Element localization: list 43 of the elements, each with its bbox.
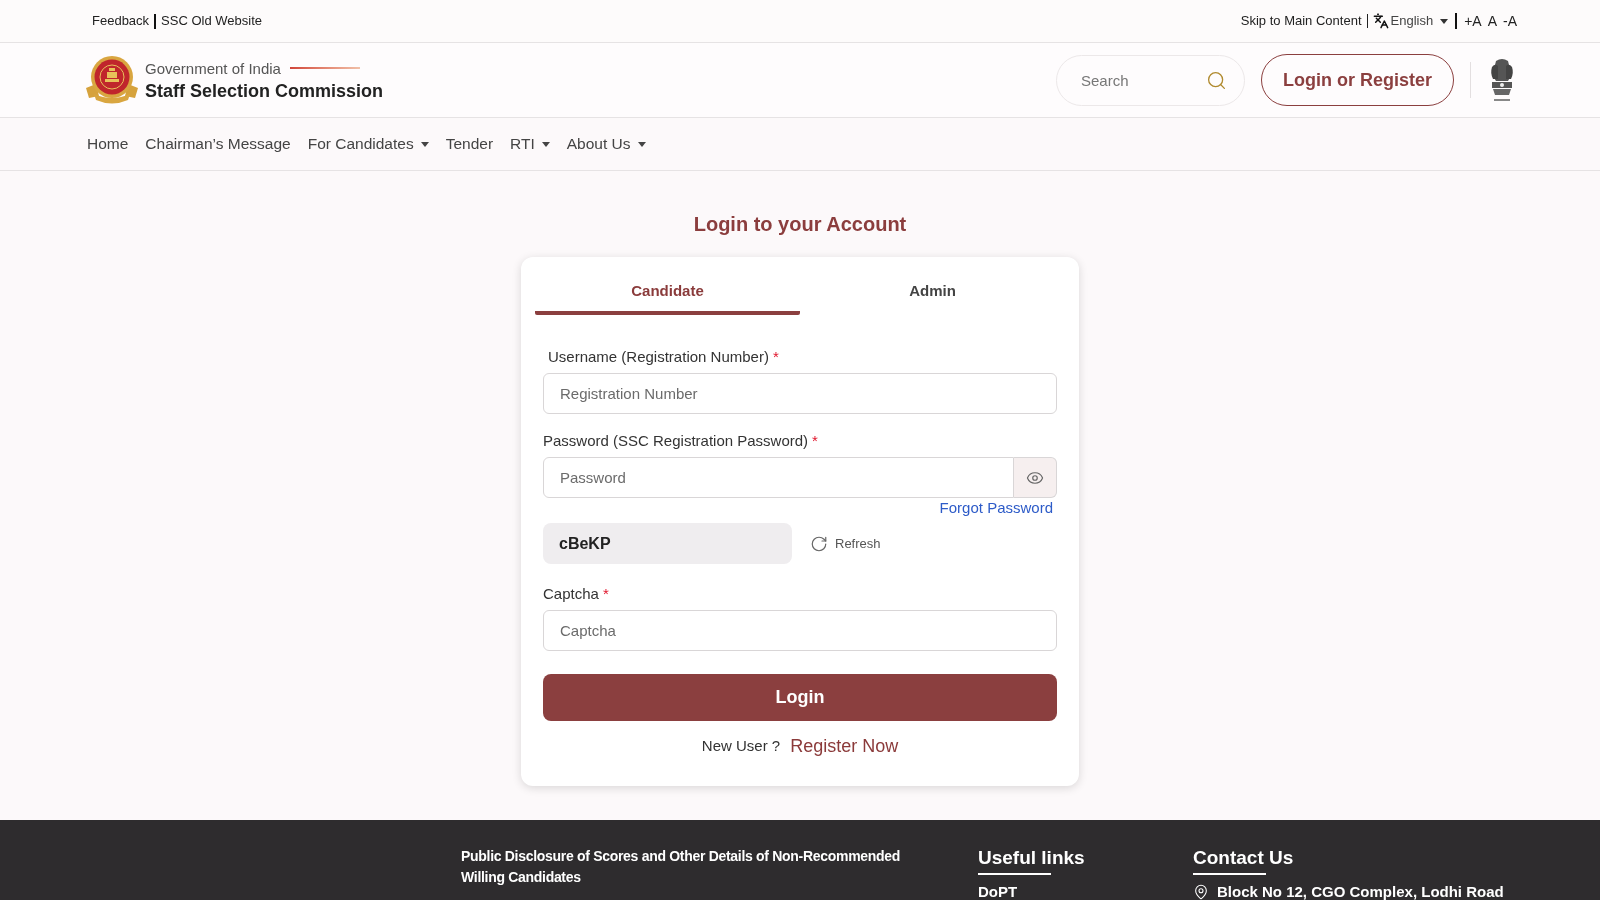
nav-link[interactable]: Chairman’s Message	[145, 132, 291, 156]
refresh-icon	[810, 534, 828, 553]
nav-link[interactable]: RTI	[510, 132, 550, 156]
register-link[interactable]: Register Now	[790, 733, 899, 760]
footer-heading: Useful links	[978, 846, 1086, 870]
field-label: Captcha *	[543, 584, 610, 604]
password-input[interactable]: Password	[543, 457, 1014, 498]
nav-link[interactable]: For Candidates	[307, 132, 429, 156]
org-name: Staff Selection Commission	[145, 79, 384, 103]
search-field[interactable]: Search	[1056, 54, 1245, 106]
skip-link[interactable]: Skip to Main Content	[1240, 11, 1362, 31]
font-size-button[interactable]: +A	[1464, 10, 1482, 32]
page-title: Login to your Account	[693, 212, 907, 237]
login-tab[interactable]: Admin	[800, 271, 1065, 315]
captcha-code: cBeKP	[543, 523, 792, 564]
login-button[interactable]: Login	[543, 674, 1057, 721]
disclosure-link[interactable]: Public Disclosure of Scores and Other Details of Non-Recommended Willing Candidates	[461, 846, 909, 900]
footer-heading: Contact Us	[1193, 846, 1295, 870]
top-link[interactable]: Feedback	[92, 11, 150, 31]
org-line: Government of India	[145, 58, 281, 79]
field-label: Username (Registration Number) *	[547, 347, 780, 367]
location-icon	[1193, 883, 1209, 900]
forgot-password-link[interactable]: Forgot Password	[939, 499, 1057, 517]
text-input[interactable]: Captcha	[543, 610, 1057, 651]
search-icon	[1206, 69, 1227, 91]
refresh-button[interactable]: Refresh	[810, 533, 881, 554]
text-input[interactable]: Registration Number	[543, 373, 1057, 414]
top-link[interactable]: SSC Old Website	[161, 11, 262, 31]
nav-link[interactable]: Tender	[445, 132, 494, 156]
seal-logo-icon	[85, 55, 139, 105]
language-dropdown[interactable]: English	[1372, 11, 1449, 31]
caret-icon	[1440, 18, 1449, 24]
field-label: Password (SSC Registration Password) *	[543, 431, 819, 451]
nav-link[interactable]: About Us	[566, 132, 646, 156]
new-user-prompt: New User ?	[701, 736, 781, 757]
footer-link[interactable]: DoPT	[978, 882, 1193, 900]
show-password-button[interactable]	[1014, 457, 1057, 498]
nav-link[interactable]: Home	[87, 132, 129, 156]
translate-icon	[1372, 13, 1389, 29]
footer-address: Block No 12, CGO Complex, Lodhi Road	[1217, 882, 1504, 900]
font-size-button[interactable]: A	[1487, 10, 1497, 32]
login-tab[interactable]: Candidate	[535, 271, 800, 315]
font-size-button[interactable]: -A	[1503, 10, 1517, 32]
